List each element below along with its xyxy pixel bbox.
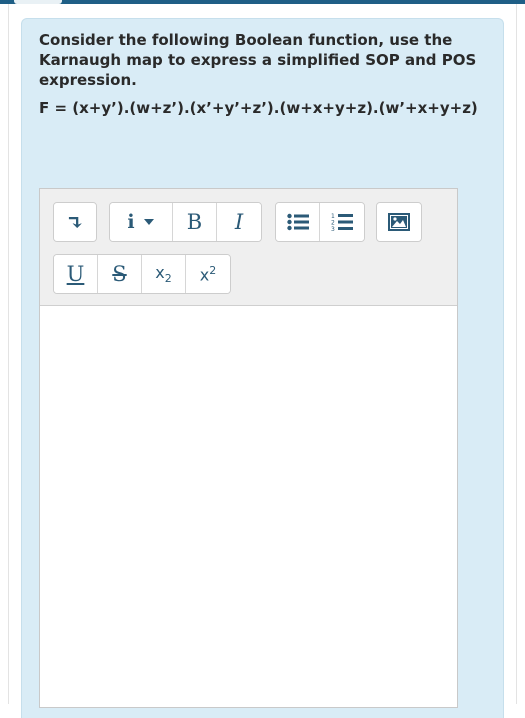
answer-editor: ↴ i B I 1 2 3 U S x2 x2 [39, 188, 458, 708]
subscript-button[interactable]: x2 [142, 255, 186, 293]
boolean-formula: F = (x+y’).(w+z’).(x’+y’+z’).(w+x+y+z).(… [39, 99, 478, 117]
superscript-base: x [199, 265, 210, 285]
insert-arrow-icon: ↴ [66, 209, 84, 235]
question-prompt: Consider the following Boolean function,… [39, 31, 477, 89]
bullet-list-button[interactable] [276, 203, 320, 241]
text-style-group: U S x2 x2 [53, 254, 231, 294]
superscript-button[interactable]: x2 [186, 255, 230, 293]
media-group [376, 202, 422, 242]
underline-button[interactable]: U [54, 255, 98, 293]
info-dropdown-button[interactable]: i [110, 203, 173, 241]
underline-icon: U [66, 262, 85, 286]
subscript-icon: x2 [155, 263, 171, 285]
format-group: i B I [109, 202, 262, 242]
italic-button[interactable]: I [217, 203, 261, 241]
strikethrough-button[interactable]: S [98, 255, 142, 293]
chevron-down-icon [143, 219, 154, 225]
insert-button[interactable]: ↴ [54, 203, 96, 241]
subscript-mark: 2 [164, 272, 172, 286]
superscript-icon: x2 [200, 264, 216, 284]
insert-group: ↴ [53, 202, 97, 242]
image-icon [388, 213, 410, 231]
numbered-list-button[interactable]: 1 2 3 [320, 203, 364, 241]
bold-icon: B [186, 210, 203, 234]
info-icon: i [127, 211, 135, 233]
superscript-mark: 2 [209, 263, 217, 277]
insert-image-button[interactable] [377, 203, 421, 241]
list-number-3: 3 [331, 226, 335, 232]
strikethrough-icon: S [112, 262, 127, 286]
editor-toolbar: ↴ i B I 1 2 3 U S x2 x2 [40, 189, 457, 306]
numbered-list-icon: 1 2 3 [331, 213, 353, 232]
list-group: 1 2 3 [275, 202, 365, 242]
subscript-base: x [155, 262, 165, 282]
bold-button[interactable]: B [173, 203, 217, 241]
bullet-list-icon [286, 213, 309, 231]
answer-text-area[interactable] [40, 306, 457, 706]
italic-icon: I [234, 210, 244, 234]
